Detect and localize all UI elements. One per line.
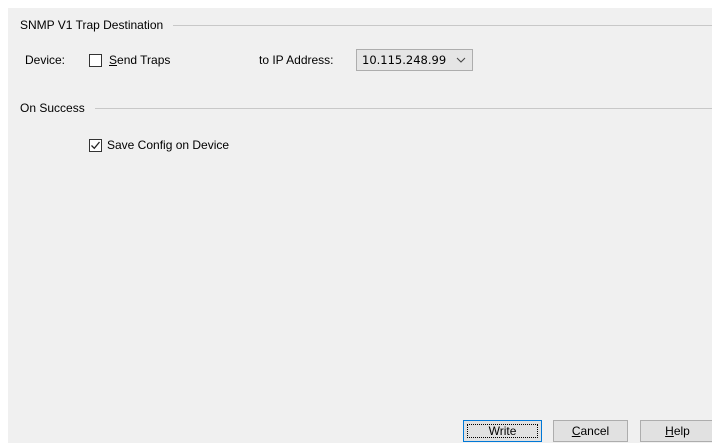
ip-address-value: 10.115.248.99 — [362, 53, 447, 67]
device-label: Device: — [25, 53, 66, 67]
save-config-checkbox[interactable] — [89, 139, 102, 152]
checkmark-icon — [91, 141, 101, 150]
success-group-divider — [94, 107, 712, 109]
send-traps-checkbox[interactable] — [89, 54, 102, 67]
dialog-panel: SNMP V1 Trap Destination Device: Send Tr… — [8, 8, 712, 443]
success-group-header: On Success — [20, 100, 712, 116]
save-config-label[interactable]: Save Config on Device — [107, 138, 229, 152]
success-group-title: On Success — [20, 101, 85, 115]
trap-group-header: SNMP V1 Trap Destination — [20, 17, 712, 33]
send-traps-label-text: end Traps — [117, 53, 171, 67]
chevron-down-icon — [456, 57, 466, 63]
trap-group-title: SNMP V1 Trap Destination — [20, 18, 164, 32]
help-button-label: Help — [665, 424, 690, 438]
write-button-label: Write — [488, 424, 517, 438]
send-traps-mnemonic: S — [109, 53, 118, 67]
ip-address-dropdown[interactable]: 10.115.248.99 — [356, 49, 474, 71]
trap-group-divider — [173, 24, 712, 26]
cancel-button[interactable]: Cancel — [553, 420, 628, 442]
write-button[interactable]: Write — [463, 420, 542, 442]
send-traps-label[interactable]: Send Traps — [109, 53, 170, 67]
cancel-button-label: Cancel — [571, 424, 610, 438]
help-button[interactable]: Help — [640, 420, 712, 442]
ip-address-label: to IP Address: — [259, 53, 334, 67]
